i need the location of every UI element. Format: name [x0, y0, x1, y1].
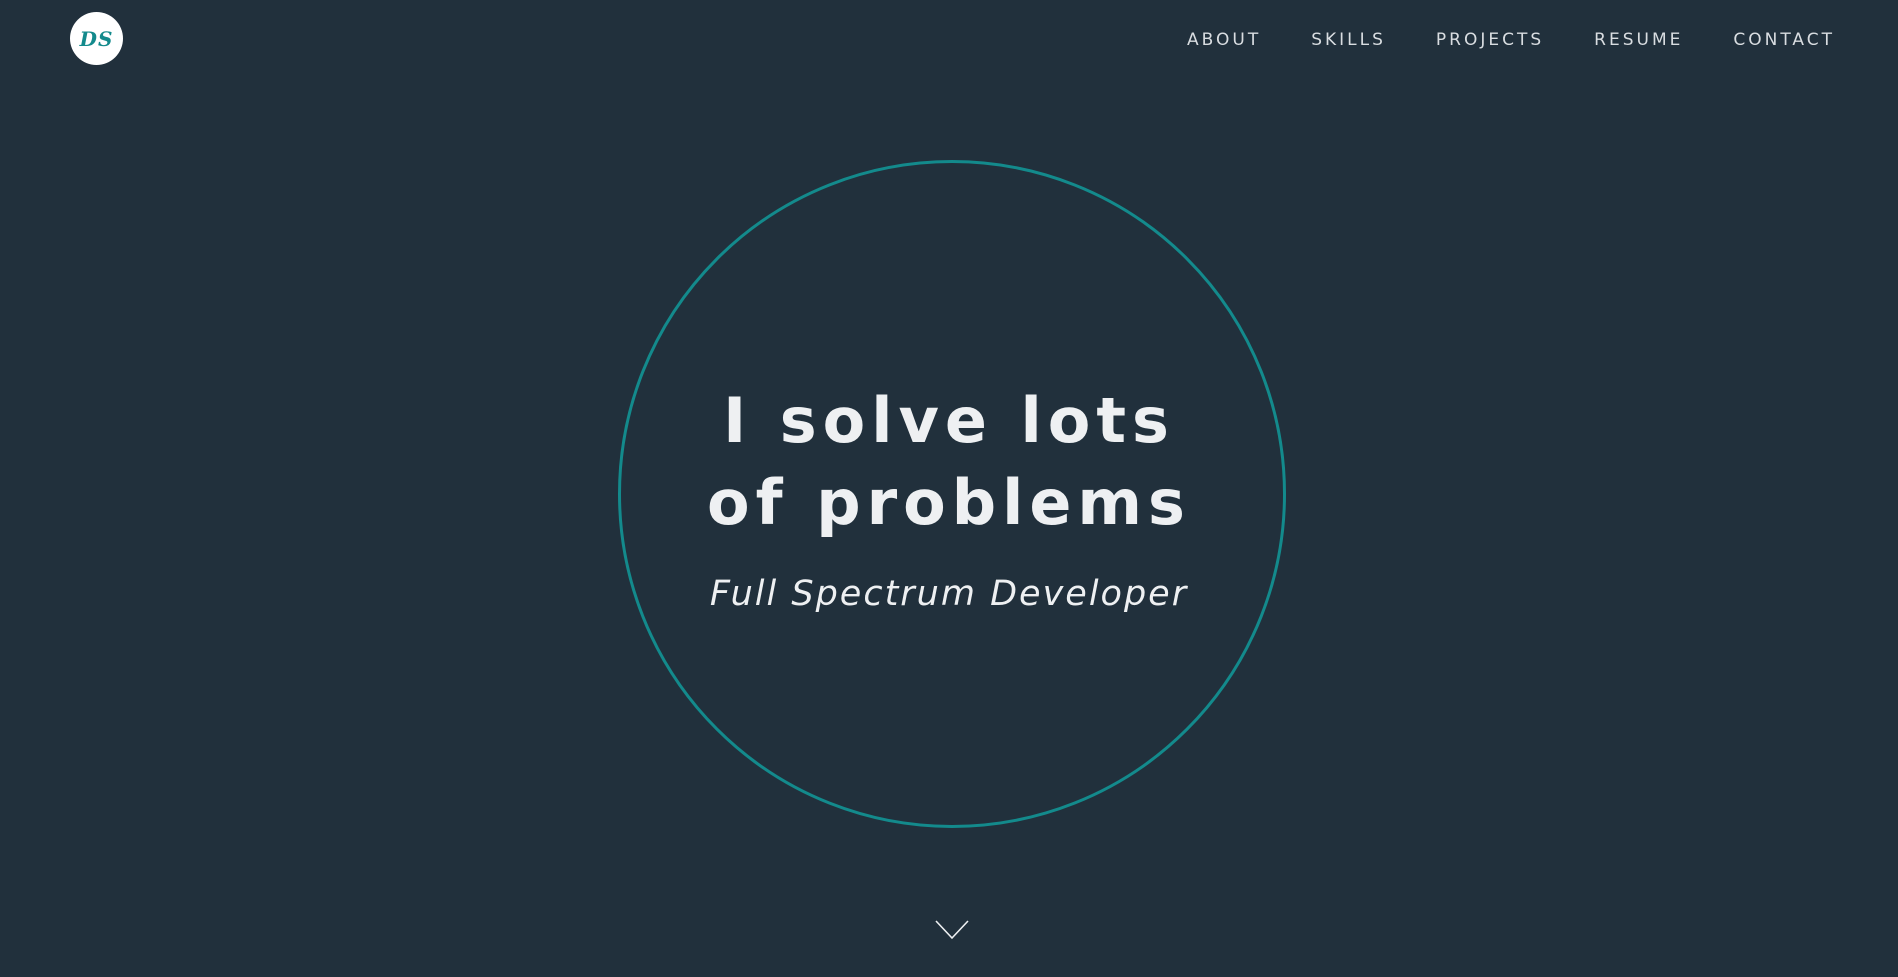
logo-text: DS [79, 26, 114, 51]
hero-headline: I solve lots of problems [449, 380, 1449, 544]
hero-headline-line-2: of problems [707, 466, 1191, 539]
logo[interactable]: DS [70, 12, 123, 65]
nav-link-skills[interactable]: SKILLS [1311, 28, 1386, 52]
nav-link-about[interactable]: ABOUT [1187, 28, 1261, 52]
nav-link-contact[interactable]: CONTACT [1733, 28, 1835, 52]
hero-headline-line-1: I solve lots [723, 384, 1175, 457]
hero-subtitle: Full Spectrum Developer [709, 574, 1189, 614]
main-nav: ABOUT SKILLS PROJECTS RESUME CONTACT [1137, 28, 1835, 52]
chevron-down-icon[interactable] [934, 918, 970, 942]
page: DS ABOUT SKILLS PROJECTS RESUME CONTACT … [0, 0, 1898, 977]
nav-link-resume[interactable]: RESUME [1594, 28, 1683, 52]
nav-link-projects[interactable]: PROJECTS [1436, 28, 1544, 52]
